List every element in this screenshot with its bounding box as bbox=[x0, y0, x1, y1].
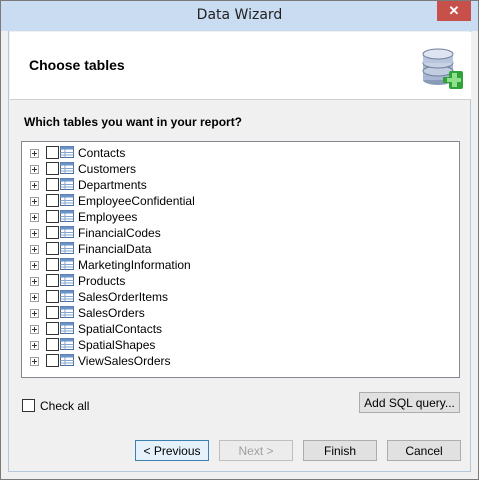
table-checkbox[interactable] bbox=[46, 162, 59, 175]
table-icon bbox=[60, 178, 74, 190]
table-name: SalesOrderItems bbox=[78, 290, 169, 304]
table-name: Products bbox=[78, 274, 126, 288]
table-row[interactable]: SalesOrders bbox=[22, 305, 452, 321]
table-name: EmployeeConfidential bbox=[78, 194, 195, 208]
table-icon bbox=[60, 338, 74, 350]
table-row[interactable]: FinancialData bbox=[22, 241, 452, 257]
table-name: ViewSalesOrders bbox=[78, 354, 171, 368]
table-checkbox[interactable] bbox=[46, 146, 59, 159]
table-icon bbox=[60, 210, 74, 222]
expand-icon[interactable] bbox=[30, 277, 39, 286]
table-row[interactable]: ViewSalesOrders bbox=[22, 353, 452, 369]
database-add-icon bbox=[422, 48, 463, 89]
table-name: Departments bbox=[78, 178, 147, 192]
table-row[interactable]: Departments bbox=[22, 177, 452, 193]
tables-tree[interactable]: Contacts Customers Departments EmployeeConf… bbox=[21, 141, 460, 378]
table-name: SpatialShapes bbox=[78, 338, 156, 352]
table-name: SpatialContacts bbox=[78, 322, 163, 336]
table-name: MarketingInformation bbox=[78, 258, 191, 272]
table-checkbox[interactable] bbox=[46, 290, 59, 303]
expand-icon[interactable] bbox=[30, 309, 39, 318]
close-button[interactable]: ✕ bbox=[437, 1, 471, 21]
table-icon bbox=[60, 354, 74, 366]
table-checkbox[interactable] bbox=[46, 322, 59, 335]
table-checkbox[interactable] bbox=[46, 194, 59, 207]
table-checkbox[interactable] bbox=[46, 210, 59, 223]
expand-icon[interactable] bbox=[30, 341, 39, 350]
title-bar: Data Wizard ✕ bbox=[1, 1, 478, 31]
check-all-label[interactable]: Check all bbox=[40, 399, 89, 413]
table-icon bbox=[60, 306, 74, 318]
table-row[interactable]: EmployeeConfidential bbox=[22, 193, 452, 209]
table-icon bbox=[60, 290, 74, 302]
table-icon bbox=[60, 162, 74, 174]
table-icon bbox=[60, 242, 74, 254]
table-checkbox[interactable] bbox=[46, 178, 59, 191]
table-checkbox[interactable] bbox=[46, 226, 59, 239]
question-label: Which tables you want in your report? bbox=[24, 115, 243, 129]
table-icon bbox=[60, 194, 74, 206]
table-name: FinancialCodes bbox=[78, 226, 161, 240]
expand-icon[interactable] bbox=[30, 229, 39, 238]
next-button[interactable]: Next > bbox=[219, 440, 293, 461]
table-icon bbox=[60, 322, 74, 334]
page-title: Choose tables bbox=[29, 57, 125, 73]
table-row[interactable]: MarketingInformation bbox=[22, 257, 452, 273]
table-checkbox[interactable] bbox=[46, 306, 59, 319]
previous-button[interactable]: < Previous bbox=[135, 440, 209, 461]
check-all-checkbox[interactable] bbox=[22, 399, 35, 412]
table-row[interactable]: Products bbox=[22, 273, 452, 289]
table-icon bbox=[60, 258, 74, 270]
table-icon bbox=[60, 226, 74, 238]
table-icon bbox=[60, 274, 74, 286]
expand-icon[interactable] bbox=[30, 149, 39, 158]
table-row[interactable]: SpatialShapes bbox=[22, 337, 452, 353]
data-wizard-window: Data Wizard ✕ Choose tables Which tables… bbox=[0, 0, 479, 480]
table-row[interactable]: FinancialCodes bbox=[22, 225, 452, 241]
table-checkbox[interactable] bbox=[46, 274, 59, 287]
table-checkbox[interactable] bbox=[46, 258, 59, 271]
expand-icon[interactable] bbox=[30, 245, 39, 254]
window-title: Data Wizard bbox=[196, 7, 283, 23]
table-name: Employees bbox=[78, 210, 138, 224]
table-name: SalesOrders bbox=[78, 306, 145, 320]
cancel-button[interactable]: Cancel bbox=[387, 440, 461, 461]
finish-button[interactable]: Finish bbox=[303, 440, 377, 461]
expand-icon[interactable] bbox=[30, 357, 39, 366]
table-checkbox[interactable] bbox=[46, 242, 59, 255]
wizard-body: Choose tables Which tables you want in y… bbox=[8, 31, 471, 472]
add-sql-query-button[interactable]: Add SQL query... bbox=[359, 392, 460, 413]
table-name: Contacts bbox=[78, 146, 126, 160]
expand-icon[interactable] bbox=[30, 261, 39, 270]
table-name: FinancialData bbox=[78, 242, 152, 256]
expand-icon[interactable] bbox=[30, 293, 39, 302]
table-checkbox[interactable] bbox=[46, 338, 59, 351]
table-row[interactable]: Customers bbox=[22, 161, 452, 177]
table-name: Customers bbox=[78, 162, 137, 176]
expand-icon[interactable] bbox=[30, 165, 39, 174]
expand-icon[interactable] bbox=[30, 213, 39, 222]
table-row[interactable]: Contacts bbox=[22, 145, 452, 161]
wizard-header: Choose tables bbox=[10, 32, 471, 100]
table-row[interactable]: SpatialContacts bbox=[22, 321, 452, 337]
table-checkbox[interactable] bbox=[46, 354, 59, 367]
expand-icon[interactable] bbox=[30, 197, 39, 206]
table-icon bbox=[60, 146, 74, 158]
table-row[interactable]: SalesOrderItems bbox=[22, 289, 452, 305]
expand-icon[interactable] bbox=[30, 325, 39, 334]
expand-icon[interactable] bbox=[30, 181, 39, 190]
table-row[interactable]: Employees bbox=[22, 209, 452, 225]
